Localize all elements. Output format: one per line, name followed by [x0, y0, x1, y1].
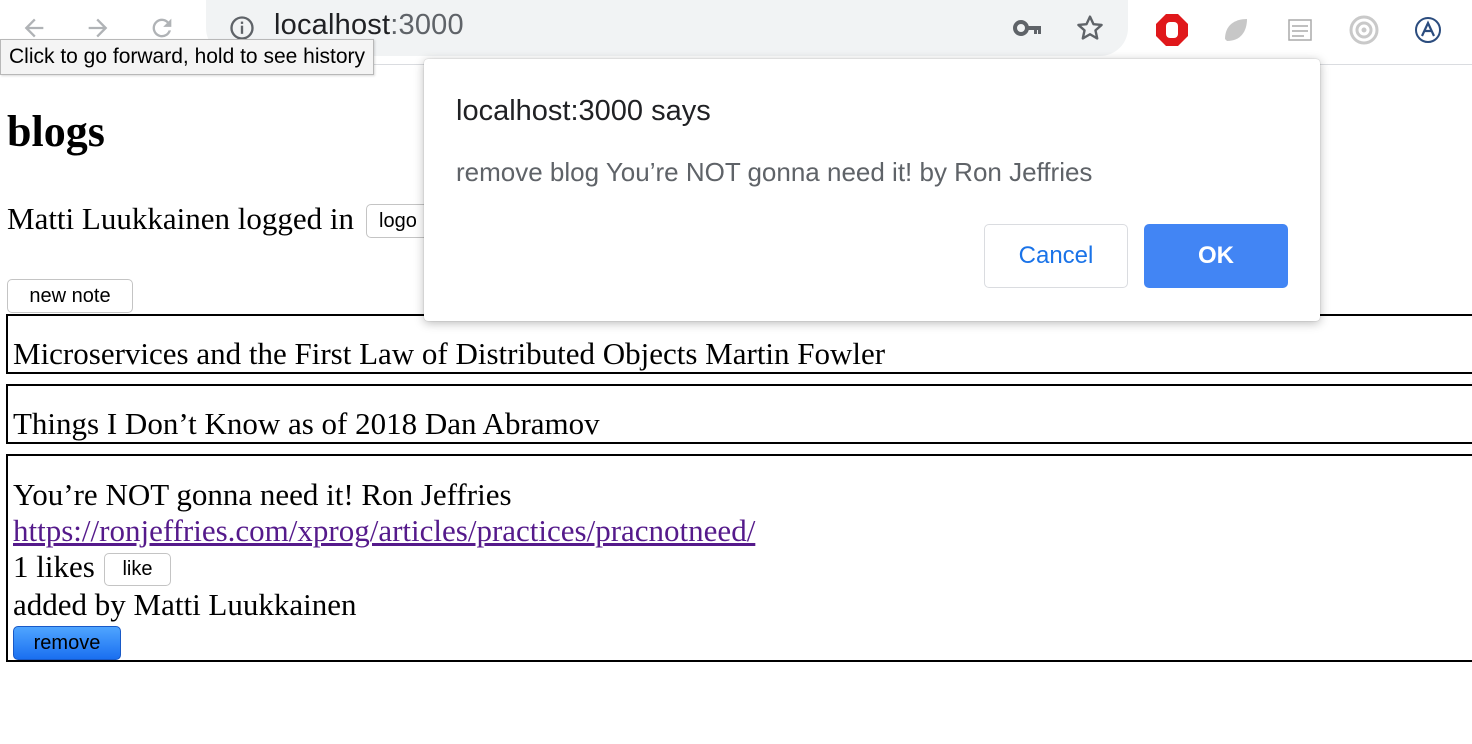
page-title: blogs [7, 107, 105, 156]
url-host: localhost [274, 9, 391, 41]
leaf-extension[interactable] [1218, 12, 1254, 48]
confirm-dialog: localhost:3000 says remove blog You’re N… [424, 59, 1320, 321]
url-port: :3000 [390, 9, 464, 41]
like-button[interactable]: like [104, 553, 171, 586]
notes-extension[interactable] [1282, 12, 1318, 48]
back-arrow-icon [24, 18, 44, 38]
new-note-button[interactable]: new note [7, 279, 133, 313]
ok-button[interactable]: OK [1144, 224, 1288, 288]
blog-item[interactable]: Things I Don’t Know as of 2018 Dan Abram… [6, 384, 1472, 444]
dialog-title: localhost:3000 says [456, 95, 711, 127]
extension-leaf-icon [1225, 19, 1247, 41]
forward-tooltip: Click to go forward, hold to see history [0, 39, 374, 75]
blog-title: Things I Don’t Know as of 2018 Dan Abram… [13, 406, 600, 441]
extension-a-icon [1415, 17, 1441, 43]
target-extension[interactable] [1346, 12, 1382, 48]
blog-title: Microservices and the First Law of Distr… [13, 336, 886, 371]
blog-item[interactable]: Microservices and the First Law of Distr… [6, 314, 1472, 374]
adblock-extension[interactable] [1154, 12, 1190, 48]
blog-likes: 1 likes [13, 549, 95, 584]
forward-arrow-icon [88, 18, 108, 38]
extension-target-icon [1349, 15, 1379, 45]
blog-item-expanded[interactable]: You’re NOT gonna need it! Ron Jeffries h… [6, 454, 1472, 662]
info-icon[interactable] [228, 14, 256, 42]
remove-button[interactable]: remove [13, 626, 121, 660]
a-extension[interactable] [1410, 12, 1446, 48]
dialog-message: remove blog You’re NOT gonna need it! by… [456, 157, 1093, 187]
adblock-stop-icon [1156, 14, 1188, 46]
reload-icon [152, 18, 172, 38]
key-icon[interactable] [1012, 14, 1044, 42]
url-text[interactable]: localhost:3000 [274, 9, 464, 42]
extension-notes-icon [1288, 19, 1312, 41]
logged-in-text: Matti Luukkainen logged in [7, 201, 354, 236]
blog-title: You’re NOT gonna need it! Ron Jeffries [13, 477, 512, 512]
blog-url-link[interactable]: https://ronjeffries.com/xprog/articles/p… [13, 513, 755, 549]
star-icon[interactable] [1074, 12, 1106, 44]
blog-added-by: added by Matti Luukkainen [13, 587, 357, 622]
cancel-button[interactable]: Cancel [984, 224, 1128, 288]
